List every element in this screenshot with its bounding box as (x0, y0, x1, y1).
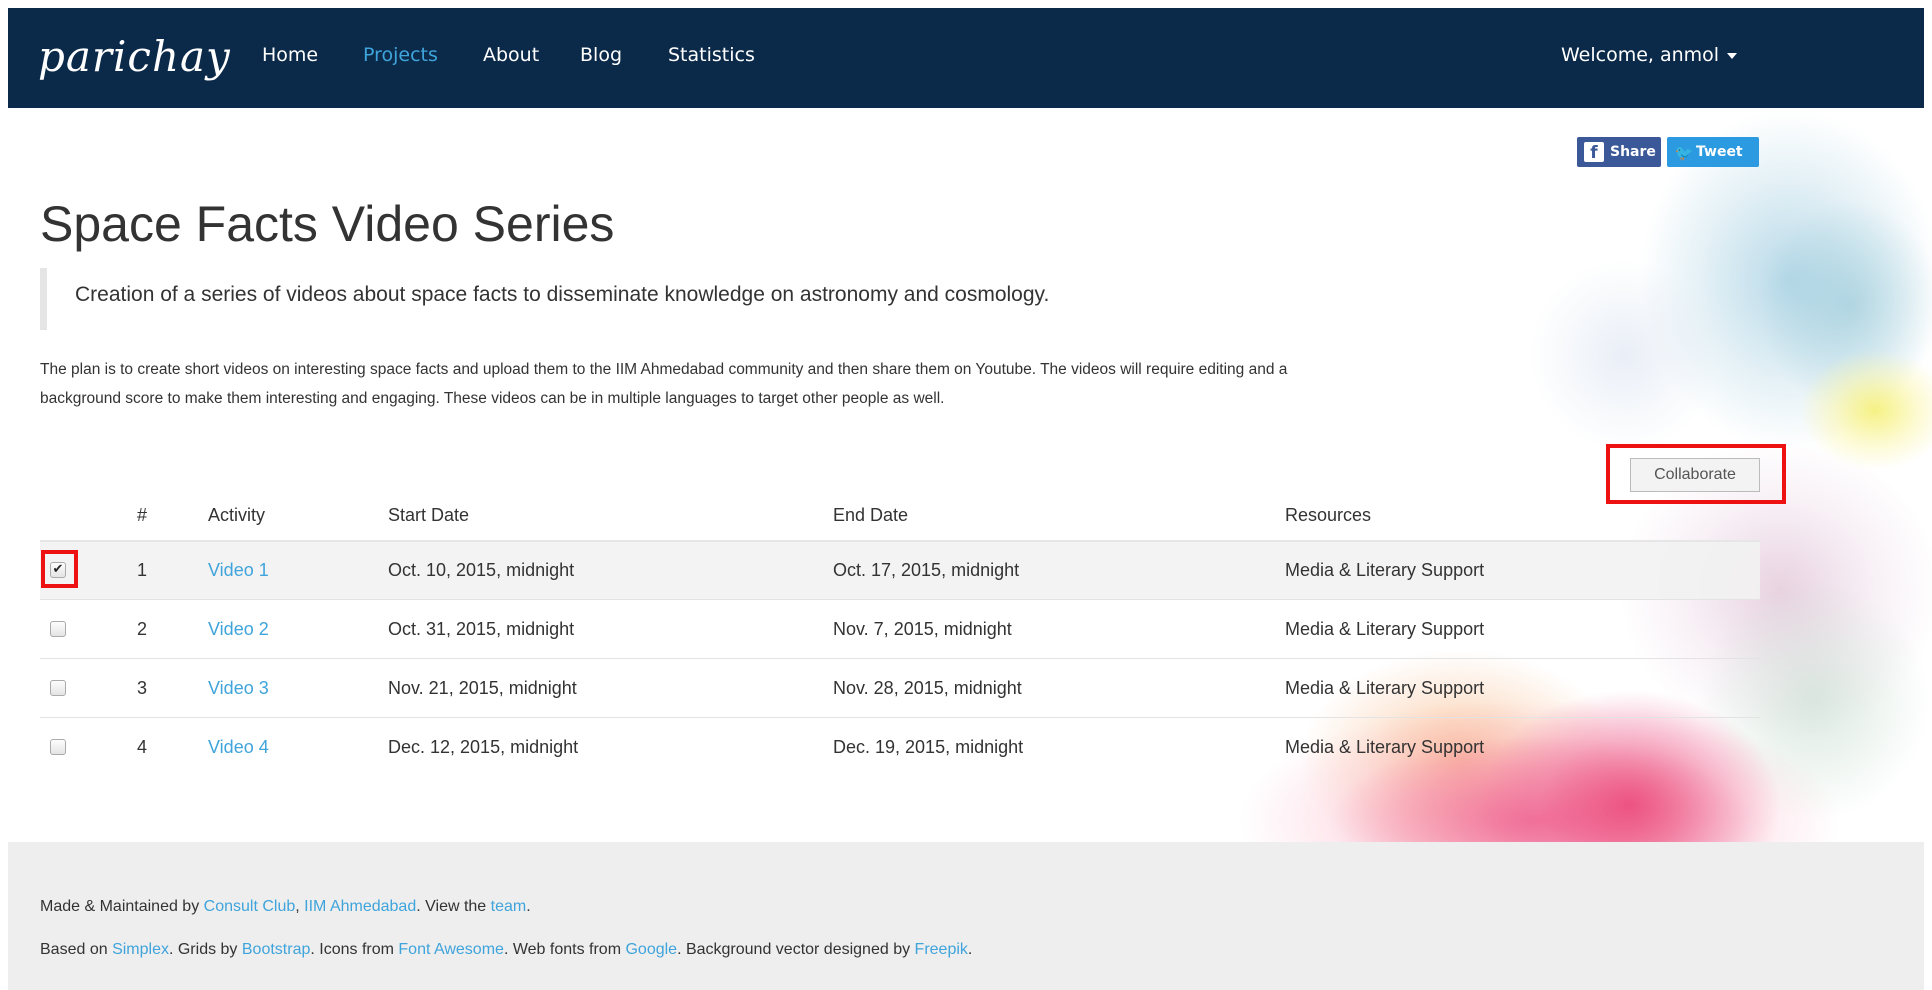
nav-link-projects[interactable]: Projects (363, 44, 438, 66)
start-date: Oct. 31, 2015, midnight (388, 619, 575, 639)
footer-credits-line: Made & Maintained by Consult Club, IIM A… (40, 898, 531, 916)
row-checkbox[interactable] (50, 621, 66, 637)
table-row: 2 Video 2 Oct. 31, 2015, midnight Nov. 7… (40, 601, 1760, 659)
activity-link[interactable]: Video 1 (208, 560, 269, 581)
footer-text: . Grids by (168, 941, 242, 958)
footer-link-freepik[interactable]: Freepik (915, 941, 968, 958)
description-line-1: The plan is to create short videos on in… (40, 361, 1288, 378)
table-row: ✔ 1 Video 1 Oct. 10, 2015, midnight Oct.… (40, 542, 1760, 600)
share-label: Share (1610, 144, 1656, 160)
end-date: Dec. 19, 2015, midnight (833, 737, 1024, 757)
row-checkbox[interactable] (50, 680, 66, 696)
project-summary: Creation of a series of videos about spa… (75, 283, 1050, 306)
caret-down-icon (1727, 52, 1738, 59)
footer-link-consult-club[interactable]: Consult Club (204, 898, 296, 915)
footer-text: . Icons from (310, 941, 399, 958)
row-number: 1 (137, 560, 148, 580)
start-date: Oct. 10, 2015, midnight (388, 560, 575, 580)
description-line-2: background score to make them interestin… (40, 390, 945, 407)
footer-text: . Background vector designed by (677, 941, 915, 958)
footer-link-bootstrap[interactable]: Bootstrap (242, 941, 310, 958)
user-menu-dropdown[interactable]: Welcome, anmol (1561, 44, 1738, 66)
table-row: 4 Video 4 Dec. 12, 2015, midnight Dec. 1… (40, 719, 1760, 777)
nav-link-about[interactable]: About (483, 44, 539, 66)
end-date: Nov. 7, 2015, midnight (833, 619, 1012, 639)
column-header-start-date: Start Date (388, 505, 470, 525)
column-header-resources: Resources (1285, 505, 1372, 525)
collaborate-highlight-box: Collaborate (1606, 444, 1786, 504)
row-number: 3 (137, 678, 148, 698)
footer-link-font-awesome[interactable]: Font Awesome (398, 941, 504, 958)
footer-link-team[interactable]: team (491, 898, 527, 915)
welcome-label: Welcome, anmol (1561, 44, 1720, 66)
page-footer: Made & Maintained by Consult Club, IIM A… (8, 842, 1924, 990)
column-header-activity: Activity (208, 505, 266, 525)
footer-link-google[interactable]: Google (625, 941, 677, 958)
footer-link-iim-ahmedabad[interactable]: IIM Ahmedabad (304, 898, 416, 915)
footer-text: . Web fonts from (503, 941, 626, 958)
facebook-icon: f (1584, 142, 1604, 163)
project-title: Space Facts Video Series (40, 196, 615, 252)
footer-text: . (967, 941, 973, 958)
footer-link-simplex[interactable]: Simplex (112, 941, 169, 958)
row-number: 2 (137, 619, 148, 639)
collaborate-button[interactable]: Collaborate (1630, 458, 1760, 492)
project-summary-quote: Creation of a series of videos about spa… (40, 268, 1340, 330)
start-date: Dec. 12, 2015, midnight (388, 737, 579, 757)
tweet-label: Tweet (1696, 144, 1743, 160)
column-header-number: # (137, 505, 148, 525)
footer-text: Based on (40, 941, 113, 958)
footer-text: , (295, 898, 305, 915)
checkbox-highlight-box (41, 550, 78, 588)
resources: Media & Literary Support (1285, 737, 1485, 757)
column-header-end-date: End Date (833, 505, 909, 525)
end-date: Oct. 17, 2015, midnight (833, 560, 1020, 580)
resources: Media & Literary Support (1285, 560, 1485, 580)
facebook-share-button[interactable]: f Share (1577, 137, 1661, 167)
resources: Media & Literary Support (1285, 619, 1485, 639)
resources: Media & Literary Support (1285, 678, 1485, 698)
footer-text: . View the (416, 898, 491, 915)
activity-link[interactable]: Video 4 (208, 737, 269, 758)
footer-text: Made & Maintained by (40, 898, 204, 915)
project-description: The plan is to create short videos on in… (40, 355, 1720, 413)
table-row: 3 Video 3 Nov. 21, 2015, midnight Nov. 2… (40, 660, 1760, 718)
nav-link-home[interactable]: Home (262, 44, 318, 66)
twitter-bird-icon: 🐦 (1674, 144, 1694, 162)
footer-text: . (526, 898, 531, 915)
twitter-tweet-button[interactable]: 🐦 Tweet (1667, 137, 1759, 167)
row-number: 4 (137, 737, 148, 757)
activity-link[interactable]: Video 3 (208, 678, 269, 699)
end-date: Nov. 28, 2015, midnight (833, 678, 1022, 698)
brand-logo[interactable]: parichay (38, 32, 231, 81)
nav-link-blog[interactable]: Blog (580, 44, 622, 66)
top-navbar: parichay Home Projects About Blog Statis… (8, 8, 1924, 108)
nav-link-statistics[interactable]: Statistics (668, 44, 755, 66)
footer-attribution-line: Based on Simplex. Grids by Bootstrap. Ic… (40, 941, 972, 959)
start-date: Nov. 21, 2015, midnight (388, 678, 577, 698)
activity-link[interactable]: Video 2 (208, 619, 269, 640)
row-checkbox[interactable] (50, 739, 66, 755)
